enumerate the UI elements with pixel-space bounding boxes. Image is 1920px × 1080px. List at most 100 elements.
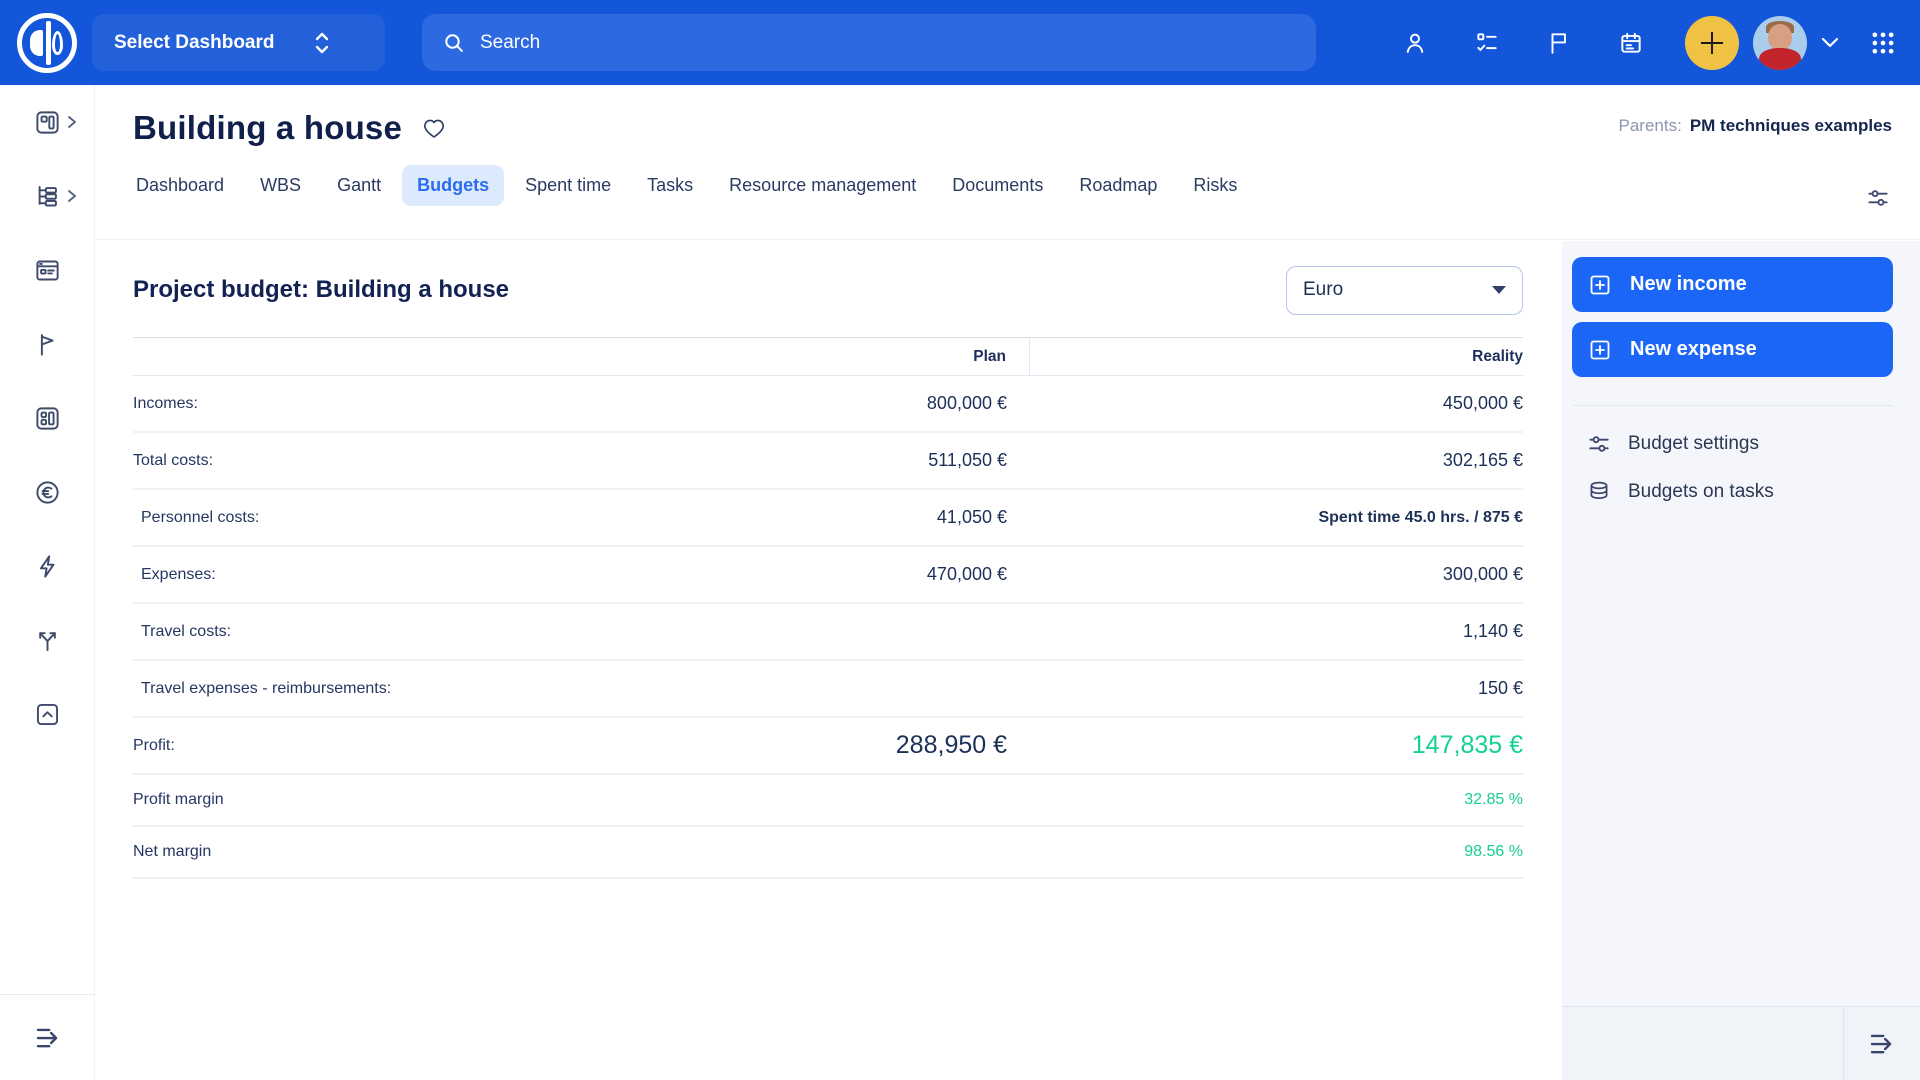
tab-resource-management[interactable]: Resource management (714, 165, 931, 206)
budget-row-personnel-costs: Personnel costs:41,050 €Spent time 45.0 … (133, 490, 1523, 547)
budgets-on-tasks-label: Budgets on tasks (1628, 481, 1774, 503)
dashboard-icon (34, 109, 61, 136)
select-dashboard-button[interactable]: Select Dashboard (92, 14, 385, 71)
sidebar-item-quick-actions-lightning[interactable] (0, 529, 94, 603)
app-logo[interactable] (17, 13, 77, 73)
user-avatar[interactable] (1753, 16, 1807, 70)
wbs-tree-icon (34, 183, 61, 210)
archive-up-icon (34, 701, 61, 728)
sidebar-item-milestone-flag[interactable] (0, 307, 94, 381)
budgets-on-tasks-link[interactable]: Budgets on tasks (1572, 468, 1893, 516)
new-expense-label: New expense (1630, 338, 1757, 361)
apps-grid-icon[interactable] (1869, 29, 1897, 57)
tab-roadmap[interactable]: Roadmap (1064, 165, 1172, 206)
top-bar: Select Dashboard (0, 0, 1920, 85)
tab-risks[interactable]: Risks (1178, 165, 1252, 206)
sidebar-item-wbs-tree[interactable] (0, 159, 94, 233)
heart-icon[interactable] (420, 115, 448, 141)
plan-value: 800,000 € (577, 393, 1030, 414)
reality-value: 98.56 % (1030, 843, 1523, 861)
budget-row-expenses: Expenses:470,000 €300,000 € (133, 547, 1523, 604)
tab-wbs[interactable]: WBS (245, 165, 316, 206)
tab-tasks[interactable]: Tasks (632, 165, 708, 206)
plus-square-icon (1588, 338, 1612, 362)
search-icon (442, 31, 466, 55)
reality-value: 147,835 € (1030, 731, 1523, 760)
row-label: Travel costs: (133, 623, 577, 641)
plan-value: 470,000 € (577, 564, 1030, 585)
calendar-icon[interactable] (1618, 30, 1644, 56)
column-header-reality: Reality (1030, 348, 1523, 366)
budget-card: Project budget: Building a house Euro Pl… (96, 241, 1562, 1080)
plus-icon (1697, 28, 1727, 58)
sidebar-item-dashboard[interactable] (0, 85, 94, 159)
table-header-row: Plan Reality (133, 338, 1523, 376)
chevron-up-down-icon (313, 30, 331, 56)
tab-budgets[interactable]: Budgets (402, 165, 504, 206)
plan-value: 41,050 € (577, 507, 1030, 528)
modules-icon (34, 405, 61, 432)
collapse-panel-button[interactable] (1843, 1007, 1920, 1080)
row-label: Travel expenses - reimbursements: (133, 680, 577, 698)
tasks-checklist-icon[interactable] (1474, 30, 1500, 56)
reality-value: 302,165 € (1030, 450, 1523, 471)
budget-row-incomes: Incomes:800,000 €450,000 € (133, 376, 1523, 433)
user-icon[interactable] (1402, 30, 1428, 56)
budget-table: Plan Reality Incomes:800,000 €450,000 € T… (133, 337, 1523, 879)
workflow-branch-icon (34, 627, 61, 654)
left-sidebar (0, 85, 95, 1080)
currency-value: Euro (1303, 279, 1343, 301)
sidebar-item-modules[interactable] (0, 381, 94, 455)
sidebar-item-workflow-branch[interactable] (0, 603, 94, 677)
panel-divider (1572, 405, 1893, 406)
tab-documents[interactable]: Documents (937, 165, 1058, 206)
reality-value: 32.85 % (1030, 791, 1523, 809)
budget-row-net-margin: Net margin 98.56 % (133, 827, 1523, 879)
budget-row-profit: Profit:288,950 €147,835 € (133, 718, 1523, 775)
row-label: Personnel costs: (133, 509, 577, 527)
panel-footer (1562, 1006, 1920, 1080)
quick-add-button[interactable] (1685, 16, 1739, 70)
search-bar[interactable] (422, 14, 1316, 71)
parents-label: Parents: (1619, 116, 1682, 135)
project-header: Building a house Parents: PM techniques e… (96, 85, 1920, 240)
budget-row-profit-margin: Profit margin 32.85 % (133, 775, 1523, 827)
tab-dashboard[interactable]: Dashboard (121, 165, 239, 206)
budget-row-travel-expenses-reimbursements: Travel expenses - reimbursements:150 € (133, 661, 1523, 718)
chevron-down-icon[interactable] (1821, 37, 1839, 49)
parents-value[interactable]: PM techniques examples (1690, 116, 1892, 135)
plan-value: 511,050 € (577, 450, 1030, 471)
sidebar-item-archive-up[interactable] (0, 677, 94, 751)
row-label: Net margin (133, 843, 577, 861)
expand-panel-icon[interactable] (31, 1023, 65, 1053)
milestone-flag-icon (34, 331, 61, 358)
flag-icon[interactable] (1546, 30, 1572, 56)
select-dashboard-label: Select Dashboard (114, 32, 275, 54)
budget-side-panel: New income New expense Budget settings B… (1562, 241, 1920, 1080)
plus-square-icon (1588, 273, 1612, 297)
new-income-label: New income (1630, 273, 1747, 296)
tab-spent-time[interactable]: Spent time (510, 165, 626, 206)
sidebar-item-money-euro[interactable] (0, 455, 94, 529)
chevron-right-icon[interactable] (66, 115, 78, 129)
tab-gantt[interactable]: Gantt (322, 165, 396, 206)
search-input[interactable] (480, 32, 1280, 54)
new-income-button[interactable]: New income (1572, 257, 1893, 312)
chevron-right-icon[interactable] (66, 189, 78, 203)
breadcrumb: Parents: PM techniques examples (1619, 116, 1893, 136)
reality-value: 300,000 € (1030, 564, 1523, 585)
column-header-plan: Plan (577, 338, 1030, 375)
database-icon (1586, 479, 1612, 505)
sidebar-item-project-window[interactable] (0, 233, 94, 307)
budget-settings-link[interactable]: Budget settings (1572, 420, 1893, 468)
row-label: Profit margin (133, 791, 577, 809)
reality-value: 450,000 € (1030, 393, 1523, 414)
currency-select[interactable]: Euro (1286, 266, 1523, 315)
budget-heading: Project budget: Building a house (133, 276, 509, 304)
money-euro-icon (34, 479, 61, 506)
project-tabs: DashboardWBSGanttBudgetsSpent timeTasksR… (118, 165, 1920, 206)
page-title: Building a house (133, 109, 402, 147)
new-expense-button[interactable]: New expense (1572, 322, 1893, 377)
quick-actions-lightning-icon (34, 553, 61, 580)
sliders-icon[interactable] (1865, 185, 1891, 211)
